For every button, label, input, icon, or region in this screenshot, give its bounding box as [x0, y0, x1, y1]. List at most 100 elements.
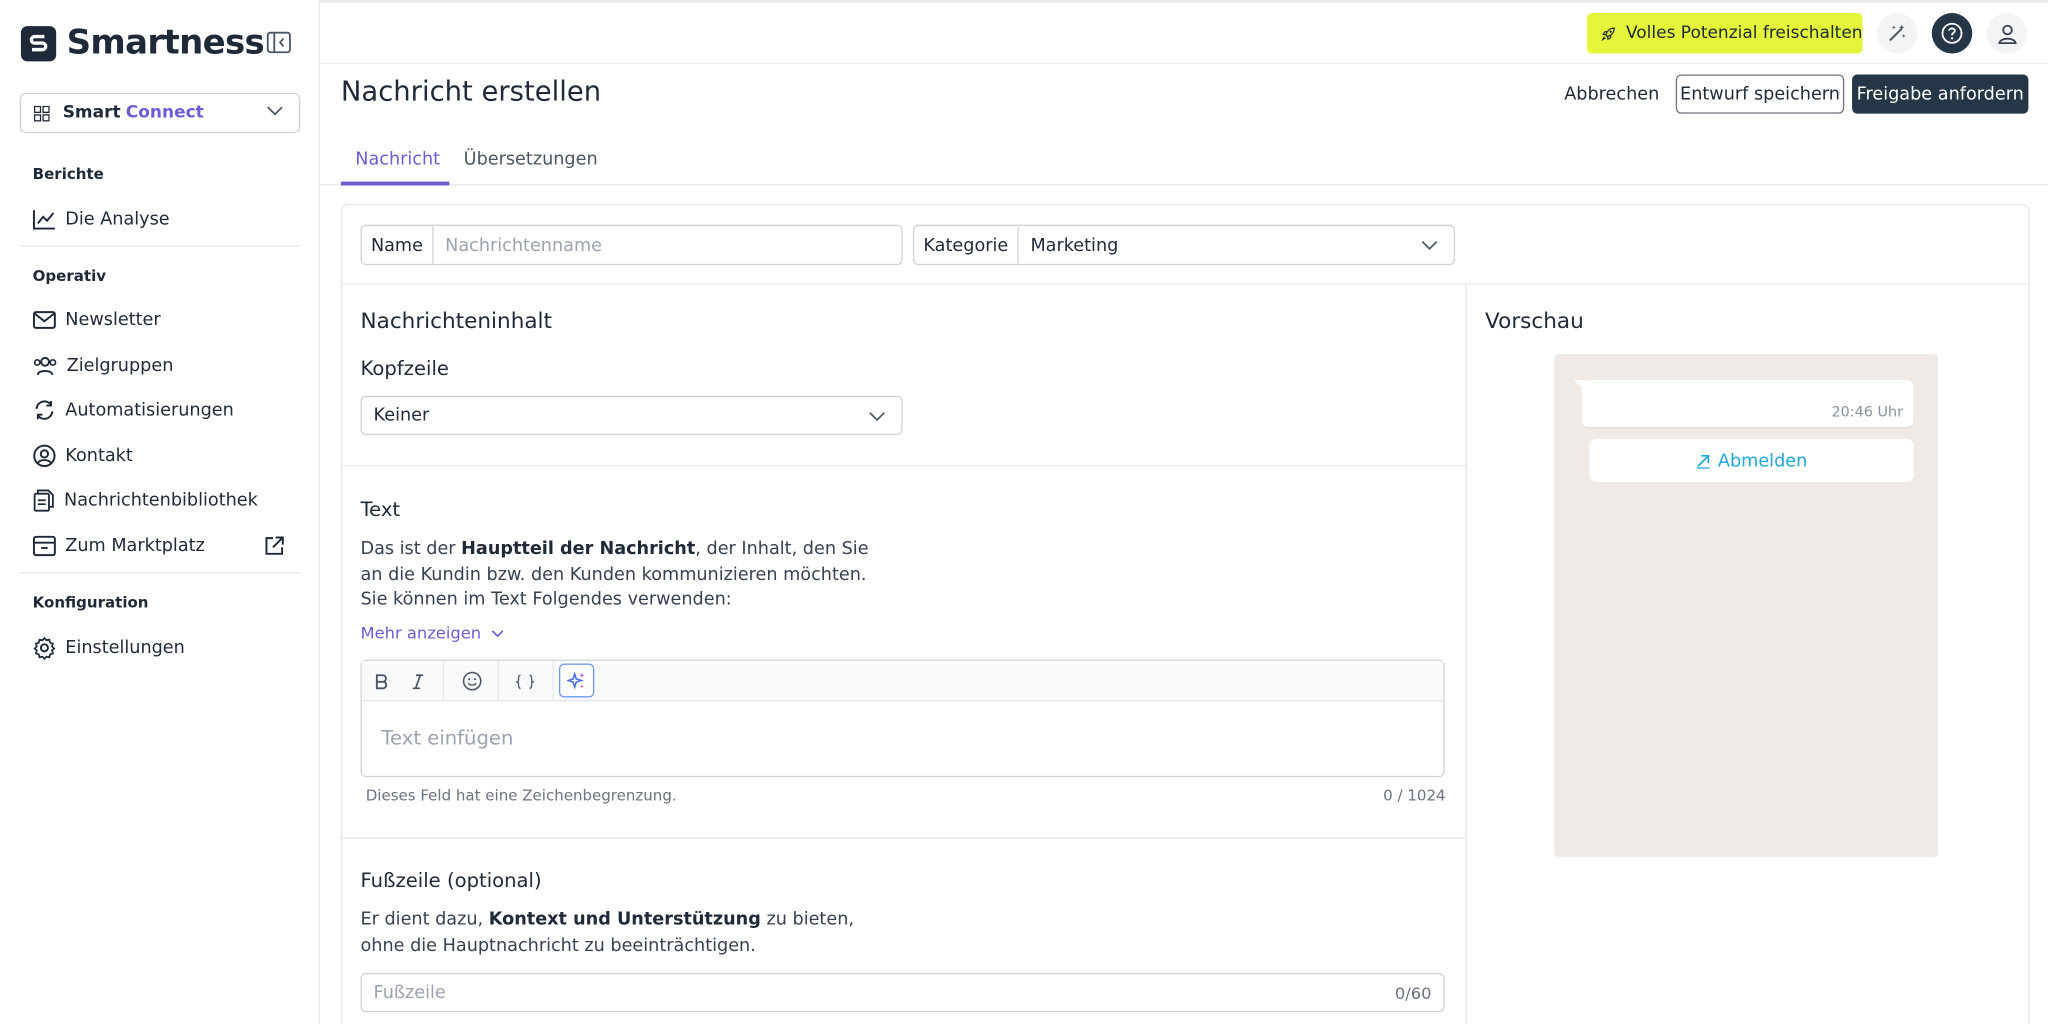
sidebar-item-kontakt[interactable]: Kontakt: [33, 441, 133, 470]
section-divider: [342, 464, 1466, 467]
chevron-down-icon: [267, 106, 283, 116]
footer-counter: 0/60: [1394, 982, 1432, 1003]
user-circle-icon: [33, 444, 56, 468]
sidebar-item-marktplatz[interactable]: Zum Marktplatz: [32, 532, 205, 561]
workspace-product: Connect: [125, 103, 204, 123]
section-title-konfiguration: Konfiguration: [32, 592, 149, 612]
save-draft-button[interactable]: Entwurf speichern: [1675, 74, 1845, 114]
magic-wand-button[interactable]: [1876, 13, 1918, 54]
show-more-link[interactable]: Mehr anzeigen: [360, 623, 504, 643]
chevron-down-icon: [869, 412, 885, 422]
page-title: Nachricht erstellen: [340, 75, 602, 108]
sidebar-item-label: Die Analyse: [65, 208, 170, 230]
preview-chat-background: [1554, 353, 1939, 857]
tab-uebersetzungen[interactable]: Übersetzungen: [464, 149, 598, 170]
magic-wand-icon: [1889, 24, 1906, 42]
brand-name: Smartness: [66, 23, 265, 63]
section-title-operativ: Operativ: [32, 266, 107, 285]
documents-icon: [33, 489, 54, 512]
show-more-label: Mehr anzeigen: [360, 623, 482, 643]
content-section-title: Nachrichteninhalt: [360, 308, 552, 334]
external-arrow-icon: [1696, 454, 1711, 468]
preview-title: Vorschau: [1485, 308, 1584, 334]
italic-button[interactable]: [404, 661, 433, 701]
chevron-down-icon: [1421, 241, 1438, 251]
smartness-logo-icon: [20, 25, 57, 61]
header-section-title: Kopfzeile: [360, 356, 449, 381]
text-editor[interactable]: Text einfügen: [360, 659, 1445, 778]
emoji-button[interactable]: [456, 661, 487, 701]
sidebar-item-label: Zielgruppen: [66, 355, 174, 377]
request-approval-button[interactable]: Freigabe anfordern: [1852, 74, 2029, 114]
external-link-icon: [265, 536, 284, 555]
name-input[interactable]: Nachrichtenname: [433, 226, 901, 264]
sidebar-item-newsletter[interactable]: Newsletter: [32, 306, 161, 335]
users-icon: [33, 356, 57, 376]
bold-icon: [375, 673, 388, 689]
brand-logo[interactable]: Smartness: [20, 23, 265, 63]
tabs-divider: [319, 184, 2048, 186]
editor-placeholder: Text einfügen: [381, 726, 514, 750]
sidebar-item-label: Einstellungen: [65, 637, 185, 659]
sidebar-item-nachrichtenbibliothek[interactable]: Nachrichtenbibliothek: [33, 486, 258, 515]
help-button[interactable]: [1931, 13, 1973, 54]
store-icon: [32, 535, 56, 557]
collapse-sidebar-icon[interactable]: [266, 31, 292, 55]
unsubscribe-label: Abmelden: [1717, 449, 1808, 471]
unsubscribe-button[interactable]: Abmelden: [1589, 438, 1914, 482]
sidebar-item-label: Zum Marktplatz: [65, 535, 205, 557]
text-description: Das ist der Hauptteil der Nachricht, der…: [360, 538, 869, 610]
category-field[interactable]: Kategorie Marketing: [912, 224, 1456, 266]
topbar-divider: [319, 62, 2048, 64]
footer-input[interactable]: Fußzeile 0/60: [360, 973, 1445, 1013]
message-time: 20:46 Uhr: [1831, 403, 1904, 421]
sidebar-item-label: Kontakt: [65, 445, 133, 467]
footer-placeholder: Fußzeile: [373, 982, 446, 1004]
bold-button[interactable]: [367, 661, 396, 701]
preview-message-bubble: 20:46 Uhr: [1581, 380, 1914, 428]
column-divider: [1465, 284, 1467, 1024]
tab-nachricht[interactable]: Nachricht: [355, 149, 440, 170]
cancel-button[interactable]: Abbrechen: [1554, 74, 1669, 113]
footer-section-title: Fußzeile (optional): [360, 868, 542, 893]
header-type-select[interactable]: Keiner: [360, 395, 903, 435]
toolbar-separator: [497, 660, 499, 702]
name-field[interactable]: Name Nachrichtenname: [360, 224, 903, 266]
refresh-icon: [35, 400, 54, 420]
sidebar-item-einstellungen[interactable]: Einstellungen: [33, 633, 185, 662]
profile-button[interactable]: [1986, 13, 2028, 54]
section-title-berichte: Berichte: [32, 164, 104, 183]
card-divider: [342, 283, 2029, 285]
char-limit-note: Dieses Feld hat eine Zeichenbegrenzung.: [365, 786, 677, 805]
unlock-full-potential-button[interactable]: Volles Potenzial freischalten: [1586, 13, 1863, 54]
chevron-down-icon: [492, 629, 504, 637]
footer-description: Er dient dazu, Kontext und Unterstützung…: [360, 909, 854, 956]
toolbar-separator: [552, 660, 554, 702]
sidebar-item-automatisierungen[interactable]: Automatisierungen: [33, 396, 234, 425]
sidebar-item-analyse[interactable]: Die Analyse: [32, 205, 170, 234]
category-value: Marketing: [1030, 234, 1119, 256]
gear-icon: [33, 636, 56, 660]
section-divider: [342, 837, 1466, 839]
toolbar-separator: [442, 660, 445, 702]
help-icon: [1941, 22, 1963, 44]
line-chart-icon: [32, 210, 55, 230]
sidebar-divider: [19, 245, 301, 247]
header-type-value: Keiner: [373, 404, 430, 426]
ai-assist-button[interactable]: [559, 663, 595, 698]
sparkle-icon: [566, 670, 585, 689]
curly-braces-icon: [516, 673, 534, 689]
text-section-title: Text: [360, 497, 401, 522]
active-tab-indicator: [340, 181, 450, 186]
char-counter: 0 / 1024: [1383, 786, 1446, 805]
sidebar-item-zielgruppen[interactable]: Zielgruppen: [33, 351, 174, 380]
name-label: Name: [362, 225, 434, 264]
sidebar-divider: [19, 572, 301, 574]
variable-button[interactable]: [508, 661, 542, 701]
unlock-label: Volles Potenzial freischalten: [1625, 23, 1863, 44]
sidebar-item-label: Nachrichtenbibliothek: [63, 489, 258, 511]
category-select[interactable]: Marketing: [1019, 226, 1454, 264]
rocket-icon: [1601, 26, 1615, 41]
workspace-switcher[interactable]: Smart Connect: [19, 92, 301, 134]
emoji-icon: [462, 671, 481, 691]
